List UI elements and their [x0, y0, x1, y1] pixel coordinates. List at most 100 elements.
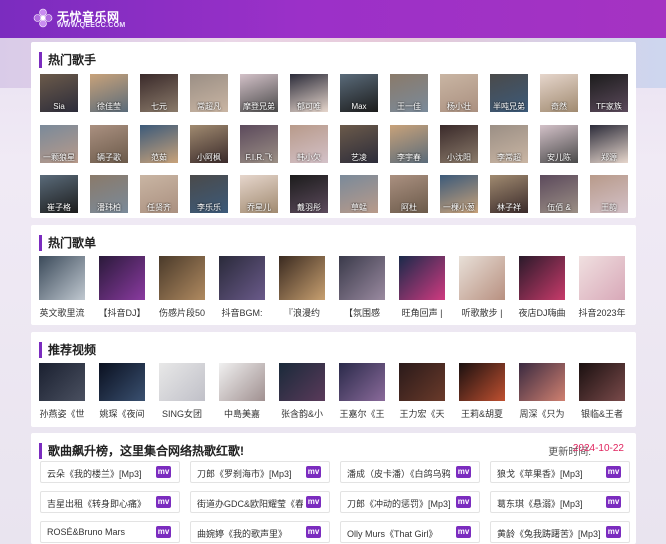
video-title[interactable]: 银临&王者	[572, 407, 632, 420]
video-title[interactable]: 孙燕姿《世	[32, 407, 92, 420]
singer-card[interactable]: 半吨兄弟	[490, 74, 528, 112]
chart-song-item[interactable]: ROSÉ&Bruno Mars mv	[40, 521, 180, 543]
video-thumbnail[interactable]	[279, 363, 325, 401]
singer-card[interactable]: 任贤齐	[140, 175, 178, 213]
video-thumbnail[interactable]	[519, 363, 565, 401]
playlist-cover[interactable]	[219, 256, 265, 300]
mv-badge[interactable]: mv	[156, 466, 171, 478]
song-title[interactable]: 刀郎《冲动的惩罚》[Mp3]	[347, 497, 453, 510]
singer-card[interactable]: TF家族	[590, 74, 628, 112]
mv-badge[interactable]: mv	[306, 526, 321, 538]
mv-badge[interactable]: mv	[606, 466, 621, 478]
video-thumbnail[interactable]	[159, 363, 205, 401]
mv-badge[interactable]: mv	[156, 496, 171, 508]
chart-song-item[interactable]: 云朵《我的楼兰》[Mp3] mv	[40, 461, 180, 483]
singer-card[interactable]: 小沈阳	[440, 125, 478, 163]
song-title[interactable]: 黄龄《兔我踌躇苦》[Mp3]	[497, 527, 603, 540]
playlist-title[interactable]: 听歌散步 |	[452, 306, 512, 319]
playlist-cover[interactable]	[579, 256, 625, 300]
singer-card[interactable]: 戴羽彤	[290, 175, 328, 213]
song-title[interactable]: Olly Murs《That Girl》	[347, 527, 453, 540]
mv-badge[interactable]: mv	[456, 466, 471, 478]
video-title[interactable]: 周深《只为	[512, 407, 572, 420]
singer-card[interactable]: 李常超	[490, 125, 528, 163]
video-title[interactable]: 王莉&胡夏	[452, 407, 512, 420]
mv-badge[interactable]: mv	[606, 526, 621, 538]
song-title[interactable]: 狼戈《苹果香》[Mp3]	[497, 467, 603, 480]
video-thumbnail[interactable]	[459, 363, 505, 401]
song-title[interactable]: 街道办GDC&欧阳耀莹《春	[197, 497, 303, 510]
singer-card[interactable]: 李乐乐	[190, 175, 228, 213]
singer-card[interactable]: 安儿陈	[540, 125, 578, 163]
playlist-title[interactable]: 抖音2023年	[572, 306, 632, 319]
singer-card[interactable]: 阿杜	[390, 175, 428, 213]
singer-card[interactable]: 徐佳莹	[90, 74, 128, 112]
singer-card[interactable]: 奇然	[540, 74, 578, 112]
song-title[interactable]: 曲婉婷《我的歌声里》	[197, 527, 303, 540]
chart-song-item[interactable]: 曲婉婷《我的歌声里》 mv	[190, 521, 330, 543]
singer-card[interactable]: 乔星儿	[240, 175, 278, 213]
song-title[interactable]: 云朵《我的楼兰》[Mp3]	[47, 467, 153, 480]
chart-song-item[interactable]: 黄龄《兔我踌躇苦》[Mp3] mv	[490, 521, 630, 543]
chart-song-item[interactable]: 狼戈《苹果香》[Mp3] mv	[490, 461, 630, 483]
playlist-title[interactable]: 抖音BGM:	[212, 306, 272, 319]
playlist-title[interactable]: 『浪漫约	[272, 306, 332, 319]
mv-badge[interactable]: mv	[306, 496, 321, 508]
chart-song-item[interactable]: 街道办GDC&欧阳耀莹《春 mv	[190, 491, 330, 513]
mv-badge[interactable]: mv	[306, 466, 321, 478]
playlist-cover[interactable]	[339, 256, 385, 300]
singer-card[interactable]: 草蜢	[340, 175, 378, 213]
playlist-title[interactable]: 夜店DJ嗨曲	[512, 306, 572, 319]
chart-song-item[interactable]: 刀郎《罗刹海市》[Mp3] mv	[190, 461, 330, 483]
video-title[interactable]: SING女团	[152, 407, 212, 420]
video-title[interactable]: 王嘉尔《王	[332, 407, 392, 420]
chart-song-item[interactable]: 吉星出租《转身即心痛》 mv	[40, 491, 180, 513]
singer-card[interactable]: 伍佰 &	[540, 175, 578, 213]
singer-card[interactable]: 郁可唯	[290, 74, 328, 112]
singer-card[interactable]: 崔子格	[40, 175, 78, 213]
chart-song-item[interactable]: Olly Murs《That Girl》 mv	[340, 521, 480, 543]
playlist-cover[interactable]	[39, 256, 85, 300]
chart-song-item[interactable]: 葛东琪《悬溺》[Mp3] mv	[490, 491, 630, 513]
video-title[interactable]: 张含韵&小	[272, 407, 332, 420]
video-thumbnail[interactable]	[99, 363, 145, 401]
singer-card[interactable]: 李宇春	[390, 125, 428, 163]
mv-badge[interactable]: mv	[456, 496, 471, 508]
playlist-cover[interactable]	[519, 256, 565, 300]
mv-badge[interactable]: mv	[456, 526, 471, 538]
singer-card[interactable]: 范茹	[140, 125, 178, 163]
singer-card[interactable]: 韩小欠	[290, 125, 328, 163]
playlist-cover[interactable]	[459, 256, 505, 300]
song-title[interactable]: 吉星出租《转身即心痛》	[47, 497, 153, 510]
singer-card[interactable]: 七元	[140, 74, 178, 112]
singer-card[interactable]: 艺凌	[340, 125, 378, 163]
video-title[interactable]: 王力宏《天	[392, 407, 452, 420]
singer-card[interactable]: 林子祥	[490, 175, 528, 213]
singer-card[interactable]: 辆子歌	[90, 125, 128, 163]
playlist-cover[interactable]	[399, 256, 445, 300]
playlist-cover[interactable]	[99, 256, 145, 300]
video-thumbnail[interactable]	[399, 363, 445, 401]
singer-card[interactable]: 常超凡	[190, 74, 228, 112]
playlist-cover[interactable]	[279, 256, 325, 300]
singer-card[interactable]: 杨小壮	[440, 74, 478, 112]
playlist-title[interactable]: 旺角回声 |	[392, 306, 452, 319]
song-title[interactable]: ROSÉ&Bruno Mars	[47, 527, 153, 537]
video-thumbnail[interactable]	[339, 363, 385, 401]
chart-song-item[interactable]: 刀郎《冲动的惩罚》[Mp3] mv	[340, 491, 480, 513]
singer-card[interactable]: 摩登兄弟	[240, 74, 278, 112]
song-title[interactable]: 葛东琪《悬溺》[Mp3]	[497, 497, 603, 510]
logo-icon[interactable]	[33, 8, 53, 28]
singer-card[interactable]: 郑源	[590, 125, 628, 163]
chart-song-item[interactable]: 潘成（皮卡潘）《白鸽乌鸦 mv	[340, 461, 480, 483]
singer-card[interactable]: Sia	[40, 74, 78, 112]
mv-badge[interactable]: mv	[156, 526, 171, 538]
video-title[interactable]: 中島美嘉	[212, 407, 272, 420]
video-title[interactable]: 姚琛《夜间	[92, 407, 152, 420]
playlist-title[interactable]: 伤感片段50	[152, 306, 212, 319]
song-title[interactable]: 刀郎《罗刹海市》[Mp3]	[197, 467, 303, 480]
singer-card[interactable]: F.I.R.飞	[240, 125, 278, 163]
playlist-cover[interactable]	[159, 256, 205, 300]
singer-card[interactable]: 王一佳	[390, 74, 428, 112]
singer-card[interactable]: 小阿枫	[190, 125, 228, 163]
